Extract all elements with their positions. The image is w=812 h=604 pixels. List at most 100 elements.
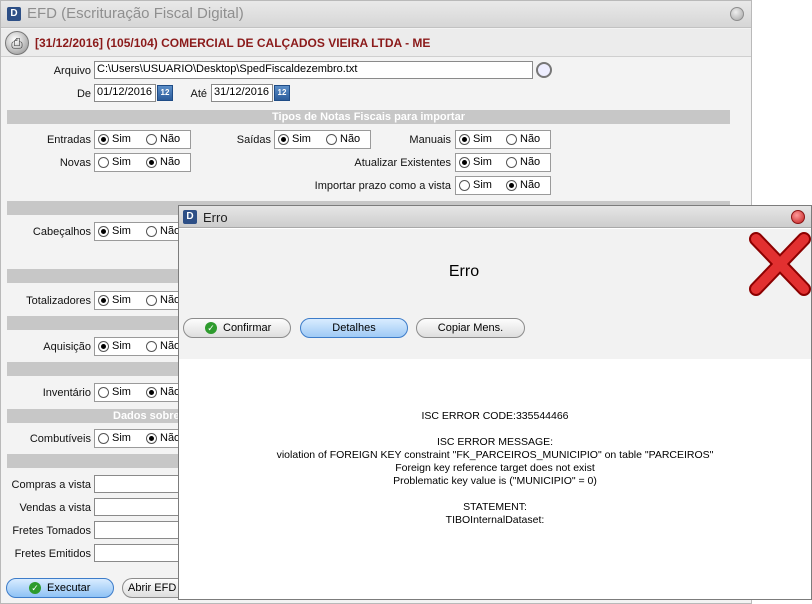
company-title: [31/12/2016] (105/104) COMERCIAL DE CALÇ… xyxy=(35,36,431,50)
check-icon: ✓ xyxy=(205,322,217,334)
copiar-label: Copiar Mens. xyxy=(437,322,504,334)
error-x-icon xyxy=(749,232,811,296)
novas-sim-radio[interactable] xyxy=(98,157,109,168)
calendar-icon[interactable]: 12 xyxy=(157,85,173,101)
sim-label: Sim xyxy=(473,133,492,145)
fretes-emitidos-label: Fretes Emitidos xyxy=(14,548,91,560)
inventario-sim-radio[interactable] xyxy=(98,387,109,398)
aquisicao-label: Aquisição xyxy=(43,341,91,353)
entradas-radio-group: Sim Não xyxy=(94,130,191,149)
nao-label: Não xyxy=(520,156,541,168)
app-icon: D xyxy=(7,7,21,21)
sim-label: Sim xyxy=(473,156,492,168)
confirmar-label: Confirmar xyxy=(223,322,272,334)
cabecalhos-radio-group: Sim Não xyxy=(94,222,191,241)
combustiveis-label: Combutíveis xyxy=(29,433,91,445)
fretes-tomados-label: Fretes Tomados xyxy=(12,525,91,537)
window-title: EFD (Escrituração Fiscal Digital) xyxy=(27,5,244,22)
dialog-title-bar: D Erro xyxy=(179,206,811,228)
vendas-label: Vendas a vista xyxy=(19,502,91,514)
check-icon: ✓ xyxy=(29,582,41,594)
novas-nao-radio[interactable] xyxy=(146,157,157,168)
close-button[interactable] xyxy=(730,7,744,21)
error-code: ISC ERROR CODE:335544466 xyxy=(421,410,569,422)
arquivo-input[interactable]: C:\Users\USUARIO\Desktop\SpedFiscaldezem… xyxy=(94,61,533,79)
calendar-icon[interactable]: 12 xyxy=(274,85,290,101)
atualizar-radio-group: Sim Não xyxy=(455,153,551,172)
nao-label: Não xyxy=(160,133,181,145)
detalhes-button[interactable]: Detalhes xyxy=(300,318,408,338)
detalhes-label: Detalhes xyxy=(332,322,376,334)
atualizar-label: Atualizar Existentes xyxy=(354,157,451,169)
nao-label: Não xyxy=(520,133,541,145)
totalizadores-label: Totalizadores xyxy=(26,295,91,307)
dialog-heading: Erro xyxy=(448,263,480,280)
combustiveis-nao-radio[interactable] xyxy=(146,433,157,444)
dialog-close-button[interactable] xyxy=(791,210,805,224)
entradas-sim-radio[interactable] xyxy=(98,134,109,145)
copiar-button[interactable]: Copiar Mens. xyxy=(416,318,525,338)
statement-value: TIBOInternalDataset: xyxy=(445,514,545,526)
error-message-title: ISC ERROR MESSAGE: xyxy=(436,436,554,448)
nao-label: Não xyxy=(520,179,541,191)
prazo-nao-radio[interactable] xyxy=(506,180,517,191)
statement-title: STATEMENT: xyxy=(463,501,527,513)
manuais-radio-group: Sim Não xyxy=(455,130,551,149)
printer-icon[interactable]: ⎙ xyxy=(5,31,29,55)
saidas-label: Saídas xyxy=(236,134,271,146)
app-icon: D xyxy=(183,210,197,224)
cabecalhos-sim-radio[interactable] xyxy=(98,226,109,237)
abrir-efd-label: Abrir EFD - xyxy=(128,582,183,594)
manuais-sim-radio[interactable] xyxy=(459,134,470,145)
ate-date-input[interactable]: 31/12/2016 xyxy=(211,84,273,102)
manuais-label: Manuais xyxy=(409,134,451,146)
ate-label: Até xyxy=(190,88,207,100)
inventario-nao-radio[interactable] xyxy=(146,387,157,398)
prazo-sim-radio[interactable] xyxy=(459,180,470,191)
saidas-nao-radio[interactable] xyxy=(326,134,337,145)
aquisicao-nao-radio[interactable] xyxy=(146,341,157,352)
prazo-label: Importar prazo como a vista xyxy=(314,180,451,192)
search-icon[interactable] xyxy=(536,62,552,78)
sim-label: Sim xyxy=(112,156,131,168)
error-message-line: Foreign key reference target does not ex… xyxy=(395,462,595,474)
sim-label: Sim xyxy=(112,225,131,237)
inventario-label: Inventário xyxy=(42,387,91,399)
sim-label: Sim xyxy=(112,432,131,444)
prazo-radio-group: Sim Não xyxy=(455,176,551,195)
arquivo-label: Arquivo xyxy=(53,65,91,77)
nao-label: Não xyxy=(340,133,361,145)
sim-label: Sim xyxy=(112,133,131,145)
executar-label: Executar xyxy=(47,582,91,594)
saidas-radio-group: Sim Não xyxy=(274,130,371,149)
aquisicao-radio-group: Sim Não xyxy=(94,337,191,356)
combustiveis-sim-radio[interactable] xyxy=(98,433,109,444)
atualizar-sim-radio[interactable] xyxy=(459,157,470,168)
compras-label: Compras a vista xyxy=(11,479,91,491)
entradas-nao-radio[interactable] xyxy=(146,134,157,145)
dialog-header-area xyxy=(179,229,811,359)
error-dialog: D Erro Erro ✓ Confirmar Detalhes Copiar … xyxy=(178,205,812,600)
sim-label: Sim xyxy=(292,133,311,145)
confirmar-button[interactable]: ✓ Confirmar xyxy=(183,318,291,338)
section-tipos-header: Tipos de Notas Fiscais para importar xyxy=(7,110,730,124)
atualizar-nao-radio[interactable] xyxy=(506,157,517,168)
novas-label: Novas xyxy=(59,157,91,169)
de-date-input[interactable]: 01/12/2016 xyxy=(94,84,156,102)
sim-label: Sim xyxy=(473,179,492,191)
cabecalhos-nao-radio[interactable] xyxy=(146,226,157,237)
combustiveis-radio-group: Sim Não xyxy=(94,429,191,448)
totalizadores-nao-radio[interactable] xyxy=(146,295,157,306)
totalizadores-sim-radio[interactable] xyxy=(98,295,109,306)
sim-label: Sim xyxy=(112,294,131,306)
cabecalhos-label: Cabeçalhos xyxy=(32,226,91,238)
saidas-sim-radio[interactable] xyxy=(278,134,289,145)
sim-label: Sim xyxy=(112,340,131,352)
manuais-nao-radio[interactable] xyxy=(506,134,517,145)
executar-button[interactable]: ✓ Executar xyxy=(6,578,114,598)
aquisicao-sim-radio[interactable] xyxy=(98,341,109,352)
inventario-radio-group: Sim Não xyxy=(94,383,191,402)
novas-radio-group: Sim Não xyxy=(94,153,191,172)
nao-label: Não xyxy=(160,156,181,168)
sim-label: Sim xyxy=(112,386,131,398)
